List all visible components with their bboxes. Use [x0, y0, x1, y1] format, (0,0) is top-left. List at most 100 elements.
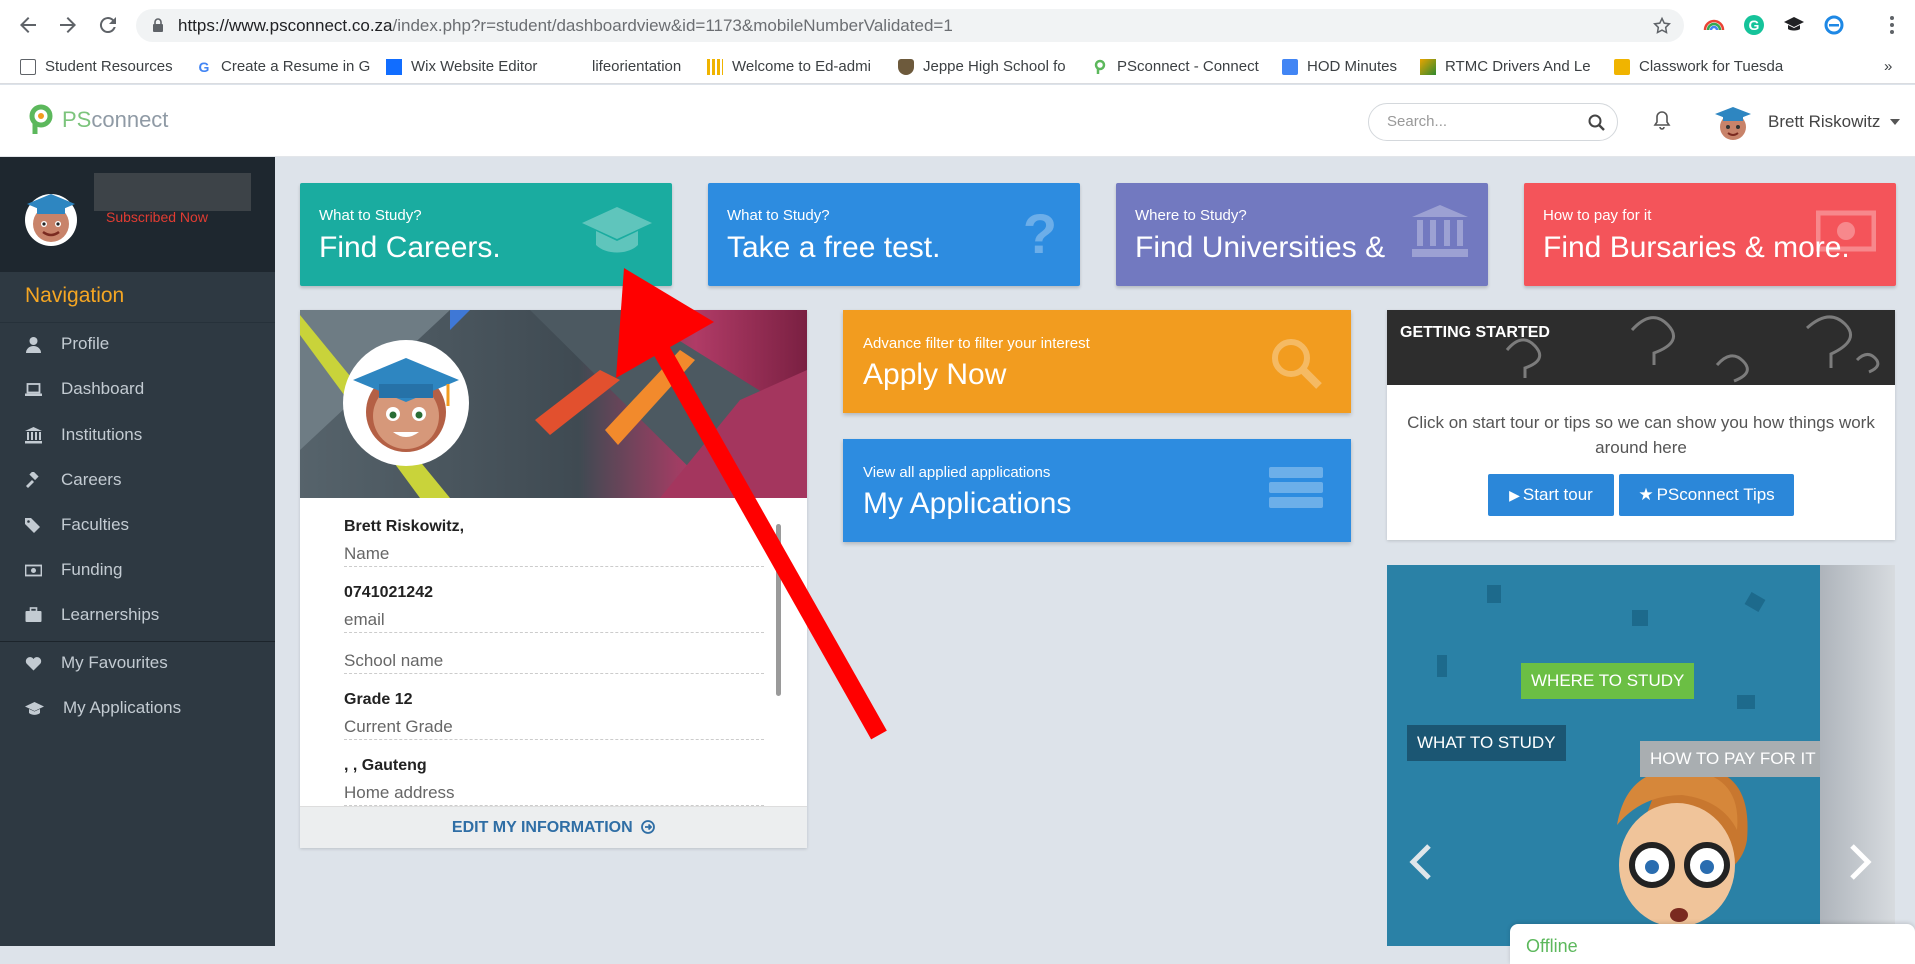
bookmark-item[interactable]: Wix Website Editor	[386, 52, 537, 82]
bookmark-item[interactable]: Jeppe High School fo	[898, 52, 1066, 82]
bank-icon	[25, 426, 42, 443]
reload-icon[interactable]	[96, 13, 120, 37]
sidebar-item-applications[interactable]: My Applications	[0, 688, 275, 728]
psconnect-tips-button[interactable]: ★ PSconnect Tips	[1619, 474, 1794, 516]
subscription-status[interactable]: Subscribed Now	[106, 209, 208, 225]
google-classroom-icon	[1614, 59, 1630, 75]
gavel-icon	[26, 471, 39, 488]
sidebar-item-learnerships[interactable]: Learnerships	[0, 595, 275, 635]
avatar[interactable]	[343, 340, 469, 466]
sidebar-item-institutions[interactable]: Institutions	[0, 415, 275, 455]
money-icon	[25, 564, 42, 576]
star-icon: ★	[1638, 485, 1654, 504]
school-crest-icon	[898, 59, 914, 75]
svg-text:G: G	[199, 59, 210, 75]
profile-banner	[300, 310, 807, 498]
getting-started-text: Click on start tour or tips so we can sh…	[1407, 413, 1875, 457]
bookmark-item[interactable]: lifeorientation	[566, 52, 681, 82]
scrollbar[interactable]	[776, 524, 781, 696]
user-icon	[26, 336, 41, 353]
card-title: Apply Now	[863, 358, 1007, 391]
ed-admin-icon	[707, 59, 723, 75]
bookmark-star-icon[interactable]	[1652, 16, 1672, 36]
bookmarks-bar: Student Resources G Create a Resume in G …	[0, 52, 1915, 82]
chevron-right-icon[interactable]	[1848, 842, 1872, 882]
search-icon	[1272, 339, 1322, 389]
sidebar-item-profile[interactable]: Profile	[0, 324, 275, 364]
apply-now-card[interactable]: Advance filter to filter your interest A…	[843, 310, 1351, 413]
carousel-next-slide	[1820, 565, 1895, 946]
avatar[interactable]	[1713, 103, 1753, 143]
url-host: https://www.psconnect.co.za	[178, 16, 393, 35]
start-tour-button[interactable]: ▶ Start tour	[1488, 474, 1614, 516]
tile-title: Take a free test.	[727, 231, 941, 264]
card-title: My Applications	[863, 487, 1072, 520]
lock-icon	[152, 18, 164, 33]
bookmark-item[interactable]: PSconnect - Connect	[1092, 52, 1259, 82]
profile-field-name: Brett Riskowitz, Name	[344, 518, 764, 567]
tile-subtitle: How to pay for it	[1543, 207, 1652, 224]
menu-dots-icon[interactable]	[1880, 13, 1904, 37]
profile-field-school: School name	[344, 625, 764, 674]
search-icon[interactable]	[1588, 114, 1605, 131]
chat-widget[interactable]: Offline	[1510, 924, 1915, 964]
bookmark-item[interactable]: Student Resources	[20, 52, 173, 82]
carousel: WHERE TO STUDY WHAT TO STUDY HOW TO PAY …	[1387, 565, 1895, 946]
my-applications-card[interactable]: View all applied applications My Applica…	[843, 439, 1351, 542]
getting-started-panel: GETTING STARTED Click on start tour or t…	[1387, 310, 1895, 540]
address-bar[interactable]: https://www.psconnect.co.za/index.php?r=…	[136, 9, 1684, 42]
redacted-name	[94, 173, 251, 211]
bubble-where: WHERE TO STUDY	[1521, 663, 1695, 699]
tile-find-bursaries[interactable]: How to pay for it Find Bursaries & more.	[1524, 183, 1896, 286]
psconnect-logo[interactable]: PS connect	[26, 104, 168, 136]
bookmarks-overflow[interactable]: »	[1884, 52, 1892, 82]
extension-cap-icon[interactable]	[1782, 13, 1806, 37]
divider	[0, 322, 275, 323]
notification-bell-icon[interactable]	[1653, 110, 1671, 130]
tile-subtitle: What to Study?	[319, 207, 422, 224]
sidebar-item-dashboard[interactable]: Dashboard	[0, 369, 275, 409]
tile-title: Find Careers.	[319, 231, 501, 264]
bubble-what: WHAT TO STUDY	[1407, 725, 1566, 761]
sidebar-item-favourites[interactable]: My Favourites	[0, 643, 275, 683]
extension-rainbow-icon[interactable]	[1702, 13, 1726, 37]
tile-free-test[interactable]: What to Study? Take a free test. ?	[708, 183, 1080, 286]
card-subtitle: View all applied applications	[863, 464, 1051, 481]
sidebar-item-funding[interactable]: Funding	[0, 550, 275, 590]
edit-information-button[interactable]: EDIT MY INFORMATION	[300, 806, 807, 848]
svg-text:G: G	[1749, 17, 1760, 33]
sidebar: Subscribed Now Navigation Profile Dashbo…	[0, 157, 275, 946]
bookmark-item[interactable]: Welcome to Ed-admi	[707, 52, 871, 82]
google-icon: G	[196, 59, 212, 75]
bookmark-item[interactable]: HOD Minutes	[1282, 52, 1397, 82]
tile-find-universities[interactable]: Where to Study? Find Universities &	[1116, 183, 1488, 286]
user-name[interactable]: Brett Riskowitz	[1768, 112, 1880, 132]
folder-icon	[20, 59, 36, 75]
search-input[interactable]: Search...	[1368, 103, 1618, 141]
google-docs-icon	[1282, 59, 1298, 75]
wix-icon	[386, 59, 402, 75]
bubble-how: HOW TO PAY FOR IT	[1640, 741, 1826, 777]
chevron-down-icon[interactable]	[1890, 119, 1900, 125]
sidebar-item-careers[interactable]: Careers	[0, 460, 275, 500]
bookmark-item[interactable]: G Create a Resume in G	[196, 52, 371, 82]
forward-icon[interactable]	[56, 13, 80, 37]
back-icon[interactable]	[16, 13, 40, 37]
divider	[0, 641, 275, 642]
bookmark-item[interactable]: Classwork for Tuesda	[1614, 52, 1783, 82]
money-icon	[1816, 210, 1876, 252]
avatar[interactable]	[25, 186, 77, 248]
graduation-cap-icon	[582, 207, 652, 253]
laptop-icon	[25, 382, 42, 396]
getting-started-title: GETTING STARTED	[1400, 324, 1550, 341]
rtmc-icon	[1420, 59, 1436, 75]
heart-icon	[25, 656, 42, 670]
grammarly-icon[interactable]: G	[1742, 13, 1766, 37]
browser-chrome: https://www.psconnect.co.za/index.php?r=…	[0, 0, 1915, 84]
sidebar-item-faculties[interactable]: Faculties	[0, 505, 275, 545]
tile-find-careers[interactable]: What to Study? Find Careers.	[300, 183, 672, 286]
chevron-left-icon[interactable]	[1409, 842, 1433, 882]
bookmark-item[interactable]: RTMC Drivers And Le	[1420, 52, 1591, 82]
graduation-cap-icon	[25, 701, 44, 715]
internet-explorer-icon[interactable]	[1822, 13, 1846, 37]
